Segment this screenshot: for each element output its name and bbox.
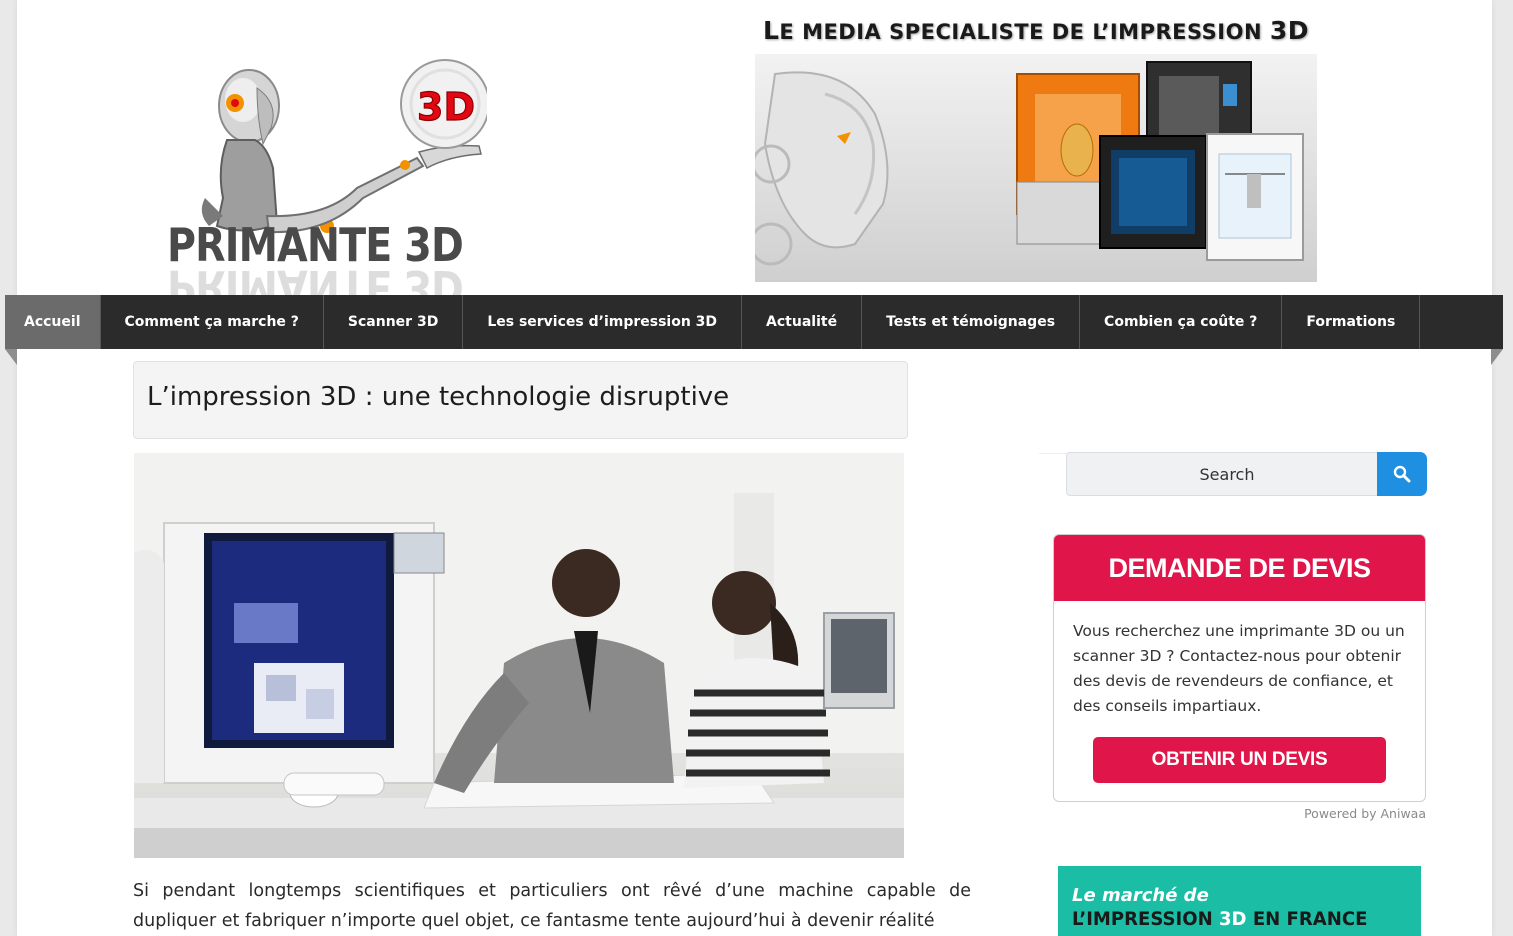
banner-title: LE MEDIA SPECIALISTE DE L’IMPRESSION 3D	[755, 16, 1317, 45]
search-form	[1066, 452, 1427, 496]
main-nav: Accueil Comment ça marche ? Scanner 3D L…	[5, 295, 1503, 349]
search-input[interactable]	[1066, 452, 1377, 496]
nav-item-services-impression[interactable]: Les services d’impression 3D	[463, 295, 743, 349]
quote-widget-title: DEMANDE DE DEVIS	[1054, 535, 1425, 601]
logo-reflection: PRIMANTE 3D	[167, 260, 507, 295]
promo-line-1: Le marché de	[1072, 885, 1209, 906]
article-hero-image[interactable]	[134, 453, 904, 858]
promo-line-2a: L’IMPRESSION	[1072, 908, 1219, 930]
banner-title-3d: 3D	[1269, 16, 1310, 45]
article-intro: Si pendant longtemps scientifiques et pa…	[133, 881, 971, 931]
nav-item-actualite[interactable]: Actualité	[742, 295, 863, 349]
banner-title-cap: L	[762, 16, 780, 45]
logo-badge: 3D	[417, 85, 475, 129]
promo-line-2c: EN FRANCE	[1246, 908, 1368, 930]
quote-widget: DEMANDE DE DEVIS Vous recherchez une imp…	[1053, 534, 1426, 802]
page: 3D PRIMANTE 3D PRIMANTE 3D LE MEDIA SPEC…	[5, 0, 1503, 936]
article-title[interactable]: L’impression 3D : une technologie disrup…	[147, 382, 894, 412]
banner-title-rest: E MEDIA SPECIALISTE DE L’IMPRESSION	[779, 20, 1270, 44]
nav-ribbon-left	[5, 349, 17, 365]
logo-reflection-text: PRIMANTE 3D	[167, 260, 463, 295]
banner-image	[755, 54, 1317, 282]
powered-by-link[interactable]: Powered by Aniwaa	[1242, 806, 1426, 821]
market-promo-banner[interactable]: Le marché de L’IMPRESSION 3D EN FRANCE	[1058, 866, 1421, 936]
promo-line-2: L’IMPRESSION 3D EN FRANCE	[1072, 908, 1367, 930]
people-printer-photo-icon	[134, 453, 904, 858]
printers-illustration-icon	[755, 61, 1304, 266]
nav-item-comment-ca-marche[interactable]: Comment ça marche ?	[101, 295, 324, 349]
quote-widget-text: Vous recherchez une imprimante 3D ou un …	[1073, 622, 1405, 715]
nav-item-combien-ca-coute[interactable]: Combien ça coûte ?	[1080, 295, 1283, 349]
search-button[interactable]	[1377, 452, 1427, 496]
nav-item-formations[interactable]: Formations	[1282, 295, 1421, 349]
nav-ribbon-right	[1491, 349, 1503, 365]
nav-item-scanner-3d[interactable]: Scanner 3D	[324, 295, 464, 349]
nav-item-accueil[interactable]: Accueil	[5, 295, 101, 349]
promo-line-2b: 3D	[1218, 908, 1247, 930]
header-banner[interactable]: LE MEDIA SPECIALISTE DE L’IMPRESSION 3D	[755, 10, 1317, 282]
site-logo[interactable]: 3D PRIMANTE 3D PRIMANTE 3D	[167, 30, 507, 295]
get-quote-button[interactable]: OBTENIR UN DEVIS	[1093, 737, 1386, 783]
article-title-box: L’impression 3D : une technologie disrup…	[133, 361, 908, 439]
search-icon	[1393, 465, 1411, 483]
nav-item-tests-temoignages[interactable]: Tests et témoignages	[862, 295, 1081, 349]
